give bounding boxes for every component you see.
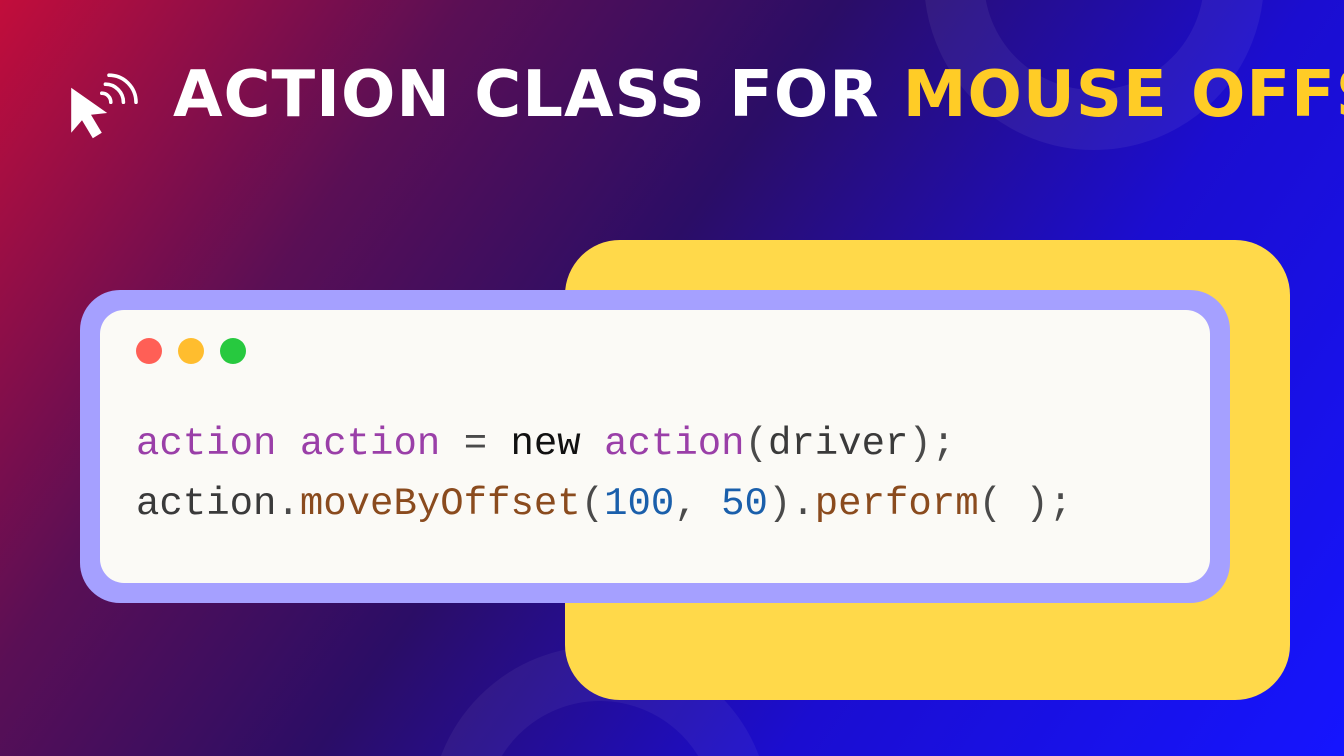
token-punc: (: [979, 482, 1002, 526]
cursor-click-icon: [55, 50, 145, 140]
maximize-icon: [220, 338, 246, 364]
token-punc: ): [1025, 482, 1048, 526]
title-part-2: MOUSE OFFSET: [903, 58, 1344, 132]
code-frame: action action = new action(driver); acti…: [80, 290, 1230, 603]
token-keyword: new: [511, 422, 581, 466]
token-arg: driver: [768, 422, 908, 466]
token-punc: ): [908, 422, 931, 466]
page-title: ACTION CLASS FOR MOUSE OFFSET: [173, 63, 1344, 127]
title-part-1: ACTION CLASS FOR: [173, 58, 903, 132]
code-block: action action = new action(driver); acti…: [136, 414, 1174, 535]
token-punc: ;: [1049, 482, 1072, 526]
token-ctor: action: [604, 422, 744, 466]
token-var: action: [300, 422, 440, 466]
token-type: action: [136, 422, 276, 466]
token-punc: ): [768, 482, 791, 526]
minimize-icon: [178, 338, 204, 364]
token-method: moveByOffset: [300, 482, 581, 526]
window-traffic-lights: [136, 338, 1174, 364]
token-obj: action: [136, 482, 276, 526]
token-punc: ,: [674, 482, 697, 526]
token-punc: .: [276, 482, 299, 526]
token-punc: ;: [932, 422, 955, 466]
code-window: action action = new action(driver); acti…: [100, 310, 1210, 583]
header: ACTION CLASS FOR MOUSE OFFSET: [55, 50, 1344, 140]
token-number: 100: [604, 482, 674, 526]
token-op: =: [464, 422, 487, 466]
close-icon: [136, 338, 162, 364]
token-number: 50: [721, 482, 768, 526]
token-punc: (: [581, 482, 604, 526]
token-punc: (: [745, 422, 768, 466]
token-method: perform: [815, 482, 979, 526]
token-punc: .: [791, 482, 814, 526]
